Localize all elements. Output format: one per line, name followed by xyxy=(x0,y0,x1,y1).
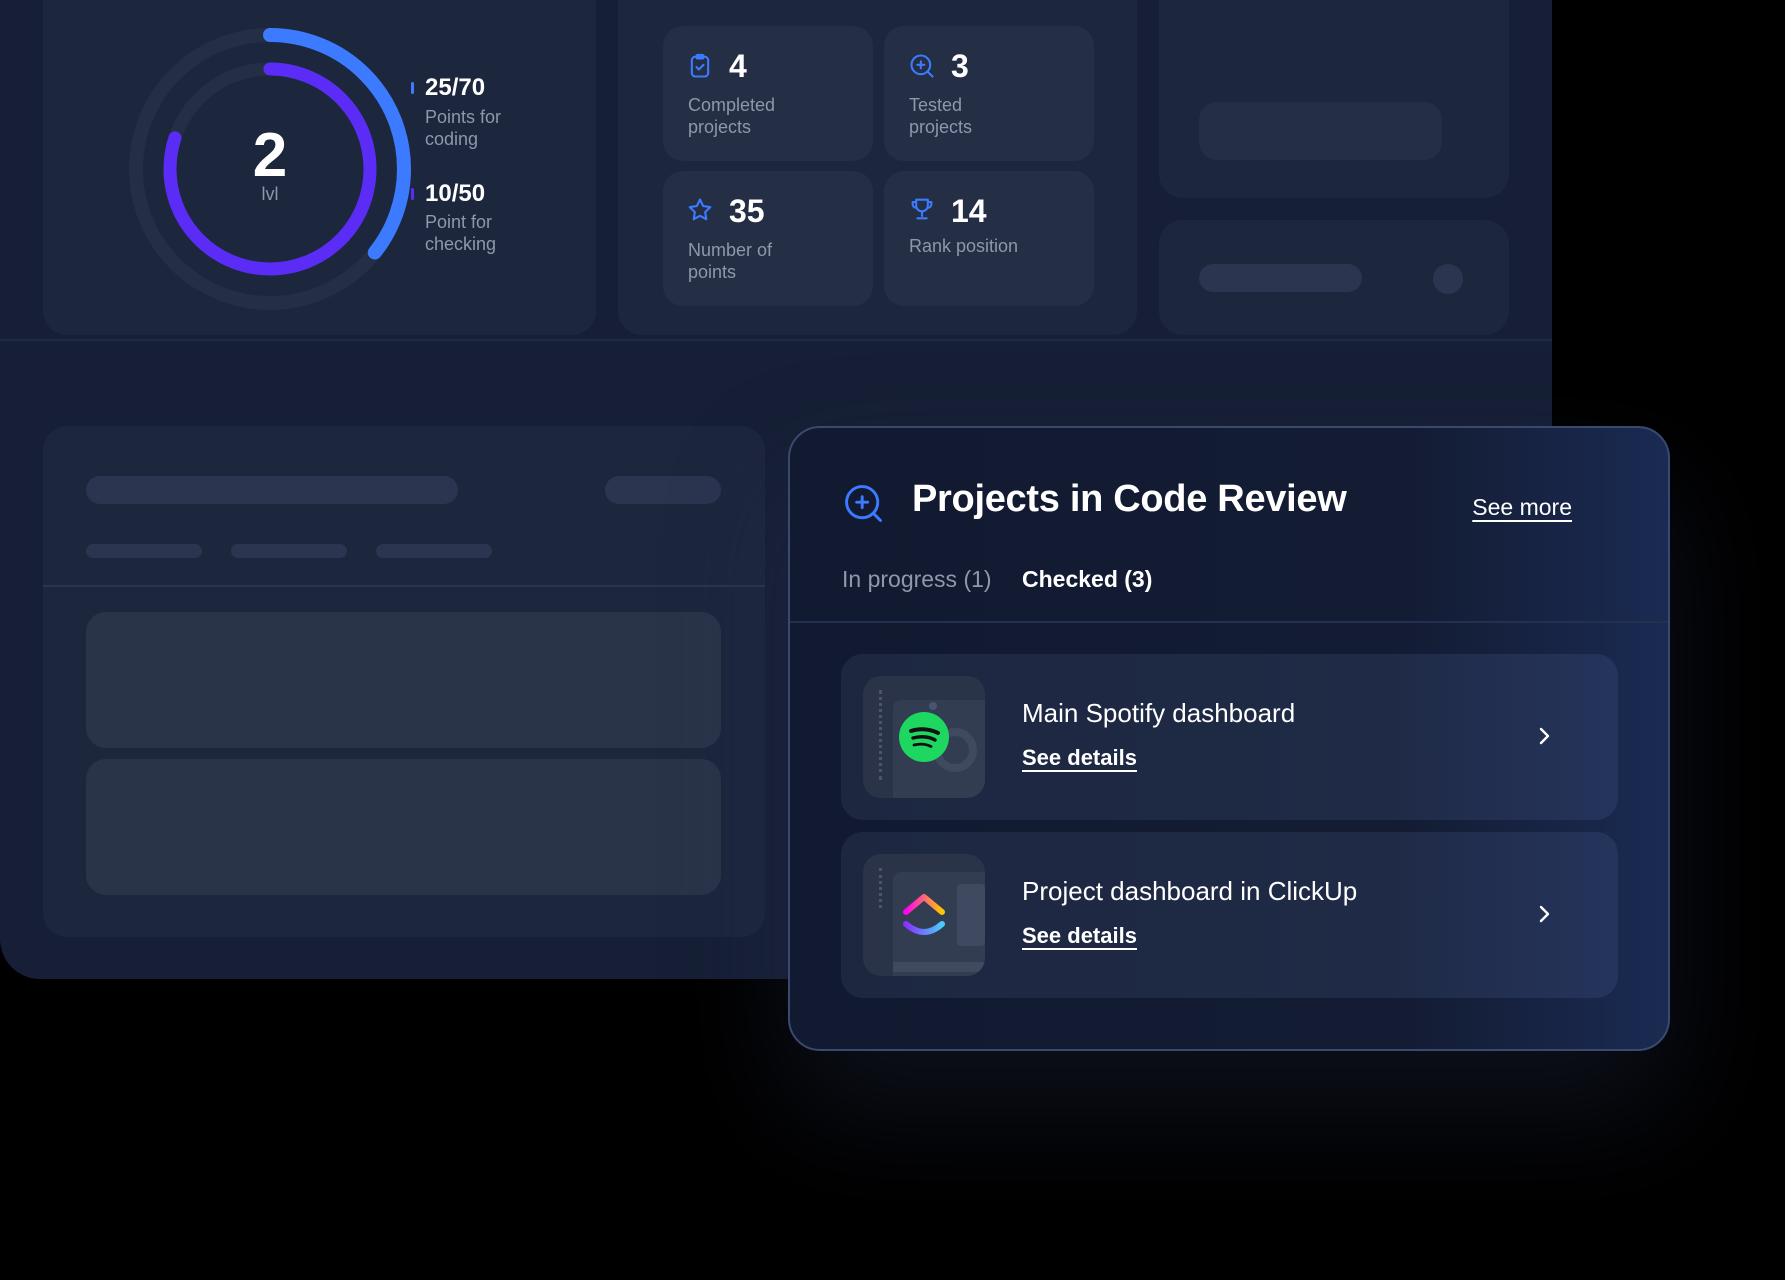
legend-checking-value: 10/50 xyxy=(425,180,486,207)
legend-coding-value: 25/70 xyxy=(425,74,486,101)
review-title: Projects in Code Review xyxy=(912,478,1347,520)
project-name: Project dashboard in ClickUp xyxy=(1022,876,1358,906)
legend-checking-label: Point for checking xyxy=(425,212,497,254)
project-row-clickup[interactable]: Project dashboard in ClickUp See details xyxy=(841,832,1618,998)
star-icon xyxy=(688,198,712,221)
search-plus-icon xyxy=(845,485,882,522)
spotify-logo-icon xyxy=(899,712,949,762)
stat-points-label: Number of points xyxy=(688,240,773,282)
stat-rank-value: 14 xyxy=(951,193,987,229)
see-more-link[interactable]: See more xyxy=(1472,494,1572,521)
thumbnail-sidebar xyxy=(879,868,883,908)
placeholder-list-card xyxy=(43,426,765,937)
placeholder-card-top xyxy=(1159,0,1509,198)
legend-coding-label: Points for coding xyxy=(425,107,502,149)
placeholder-bar xyxy=(86,544,202,558)
stat-tested-value: 3 xyxy=(951,48,969,84)
chevron-right-icon[interactable] xyxy=(1532,902,1556,926)
placeholder-bar xyxy=(231,544,347,558)
clickup-logo-icon xyxy=(903,894,945,935)
thumbnail-footer xyxy=(893,962,985,972)
placeholder-divider xyxy=(43,585,765,587)
panel-divider xyxy=(0,339,1552,341)
stat-completed-label: Completed projects xyxy=(688,95,776,137)
level-label: lvl xyxy=(261,184,279,204)
thumbnail-dot xyxy=(929,702,937,710)
legend-tick-coding xyxy=(411,82,414,94)
placeholder-row xyxy=(86,612,721,748)
stat-rank-label: Rank position xyxy=(909,236,1019,256)
stat-tested-label: Tested projects xyxy=(909,95,973,137)
stats-card: 4 Completed projects 3 Tested projects 3… xyxy=(618,0,1137,335)
trophy-icon xyxy=(911,198,933,220)
see-details-link[interactable]: See details xyxy=(1022,745,1137,771)
clipboard-check-icon xyxy=(690,53,710,78)
placeholder-dot xyxy=(1433,264,1463,294)
project-thumbnail xyxy=(863,854,985,976)
level-value: 2 xyxy=(252,121,288,190)
tabs-divider xyxy=(790,621,1668,623)
project-name: Main Spotify dashboard xyxy=(1022,698,1296,728)
placeholder-bar xyxy=(86,476,458,504)
placeholder-bar xyxy=(1199,102,1442,160)
level-card: 2 lvl 25/70 Points for coding 10/50 Poin… xyxy=(43,0,596,335)
stat-tile-tested: 3 Tested projects xyxy=(884,26,1094,161)
project-row-spotify[interactable]: Main Spotify dashboard See details xyxy=(841,654,1618,820)
placeholder-row xyxy=(86,759,721,895)
stat-tile-completed: 4 Completed projects xyxy=(663,26,873,161)
placeholder-card-bottom xyxy=(1159,220,1509,335)
stat-tile-points: 35 Number of points xyxy=(663,171,873,306)
placeholder-bar xyxy=(1199,264,1362,292)
search-plus-icon xyxy=(910,54,934,78)
project-thumbnail xyxy=(863,676,985,798)
code-review-card: Projects in Code Review See more In prog… xyxy=(788,426,1670,1051)
tab-checked[interactable]: Checked (3) xyxy=(1022,566,1152,593)
stat-points-value: 35 xyxy=(729,193,765,229)
placeholder-bar xyxy=(605,476,721,504)
see-details-link[interactable]: See details xyxy=(1022,923,1137,949)
tab-in-progress[interactable]: In progress (1) xyxy=(842,566,992,593)
stat-completed-value: 4 xyxy=(729,48,747,84)
legend-tick-checking xyxy=(411,188,414,200)
placeholder-bar xyxy=(376,544,492,558)
chevron-right-icon[interactable] xyxy=(1532,724,1556,748)
thumbnail-sidepanel xyxy=(957,884,985,946)
stat-tile-rank: 14 Rank position xyxy=(884,171,1094,306)
thumbnail-sidebar xyxy=(879,690,883,780)
